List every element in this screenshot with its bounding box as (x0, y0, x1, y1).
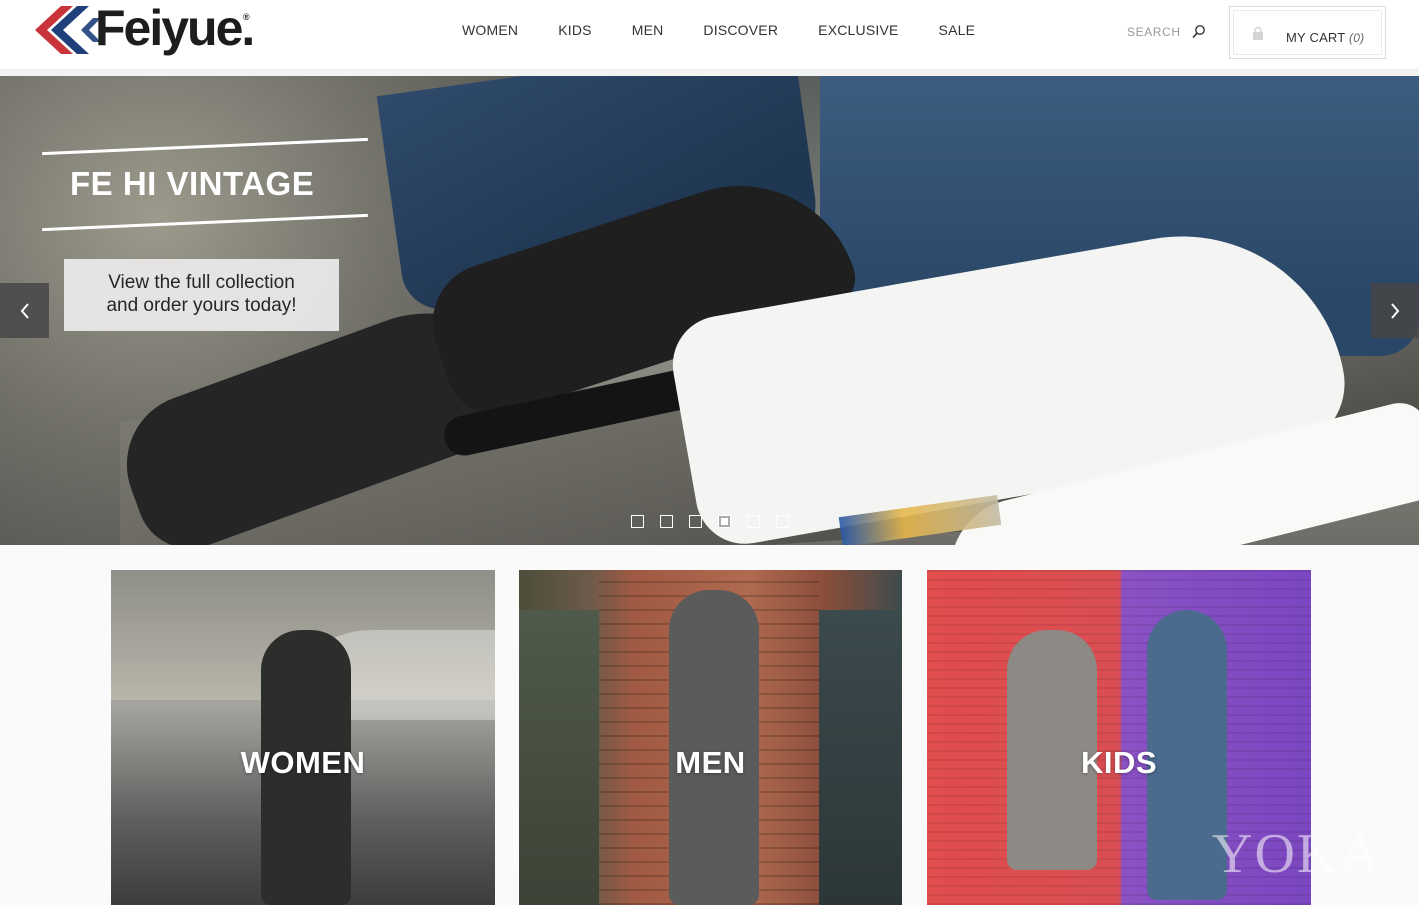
search-icon[interactable] (1191, 24, 1207, 40)
chevron-left-icon (20, 302, 29, 319)
chevron-right-icon (1391, 302, 1400, 319)
hero-cta-line-2: and order yours today! (106, 295, 297, 316)
nav-item-exclusive[interactable]: EXCLUSIVE (818, 20, 898, 40)
category-tile-women[interactable]: WOMEN (111, 570, 495, 905)
category-label-kids: KIDS (1080, 745, 1158, 780)
cart-inner: MY CART (0) (1233, 10, 1382, 55)
hero-cta-box[interactable]: View the full collection and order yours… (64, 259, 339, 331)
shopping-bag-icon (1253, 27, 1263, 40)
slider-dot-3[interactable] (689, 515, 702, 528)
cart-text: MY CART (1286, 30, 1346, 45)
nav-item-discover[interactable]: DISCOVER (703, 20, 778, 40)
hero-cta-line-1: View the full collection (108, 272, 295, 293)
nav-item-women[interactable]: WOMEN (462, 20, 518, 40)
category-label-women: WOMEN (240, 745, 366, 780)
slider-dot-6[interactable] (776, 515, 789, 528)
site-header: Feiyue. ® WOMEN KIDS MEN DISCOVER EXCLUS… (0, 0, 1419, 70)
category-label-men: MEN (675, 745, 746, 780)
logo-chevron-icon (35, 6, 101, 54)
hero-title-block: FE HI VINTAGE (40, 131, 370, 241)
category-tile-men[interactable]: MEN (519, 570, 902, 905)
main-nav: WOMEN KIDS MEN DISCOVER EXCLUSIVE SALE (462, 20, 1015, 40)
slider-next-button[interactable] (1371, 283, 1419, 338)
hero-title-bottom-line (42, 213, 368, 232)
slider-dot-5[interactable] (747, 515, 760, 528)
slider-dots (631, 515, 805, 528)
nav-item-men[interactable]: MEN (632, 20, 664, 40)
slider-dot-1[interactable] (631, 515, 644, 528)
nav-item-sale[interactable]: SALE (939, 20, 976, 40)
hero-title: FE HI VINTAGE (70, 165, 315, 202)
cart-count: (0) (1349, 31, 1365, 45)
brand-name: Feiyue. (95, 0, 255, 56)
nav-item-kids[interactable]: KIDS (558, 20, 591, 40)
cart-button[interactable]: MY CART (0) (1229, 6, 1386, 59)
brand-logo[interactable]: Feiyue. ® (33, 0, 263, 58)
watermark-text: YOKA (1212, 823, 1382, 885)
slider-dot-4[interactable] (718, 515, 731, 528)
search-label[interactable]: SEARCH (1127, 25, 1191, 39)
slider-dot-2[interactable] (660, 515, 673, 528)
cart-label: MY CART (0) (1286, 30, 1364, 45)
search-box[interactable]: SEARCH (1127, 22, 1207, 42)
hero-slider: FE HI VINTAGE View the full collection a… (0, 76, 1419, 545)
hero-title-top-line (42, 137, 368, 156)
registered-mark: ® (243, 12, 250, 22)
slider-prev-button[interactable] (0, 283, 49, 338)
